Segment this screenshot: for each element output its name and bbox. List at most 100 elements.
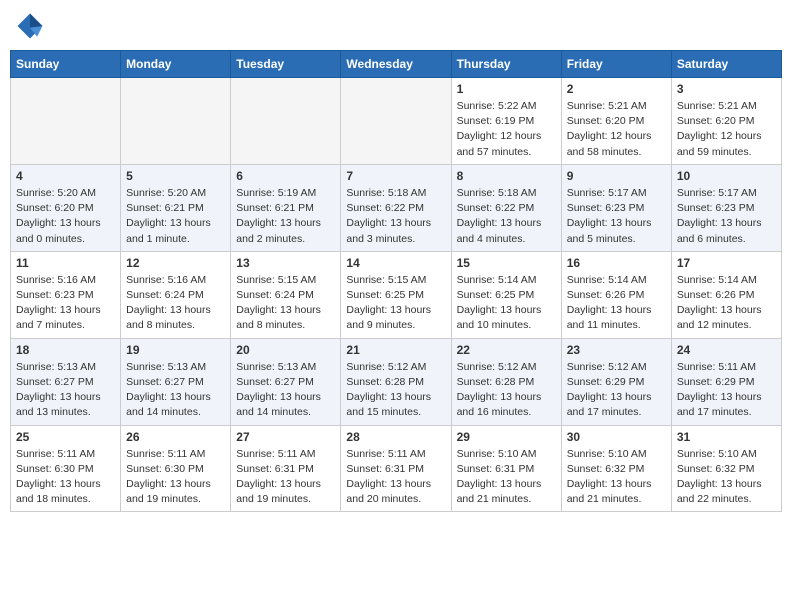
weekday-header-friday: Friday	[561, 51, 671, 78]
day-number: 7	[346, 169, 445, 183]
day-info: Sunrise: 5:17 AM Sunset: 6:23 PM Dayligh…	[677, 186, 776, 247]
day-info: Sunrise: 5:11 AM Sunset: 6:29 PM Dayligh…	[677, 360, 776, 421]
day-info: Sunrise: 5:13 AM Sunset: 6:27 PM Dayligh…	[236, 360, 335, 421]
calendar-cell: 10 Sunrise: 5:17 AM Sunset: 6:23 PM Dayli…	[671, 164, 781, 251]
day-number: 17	[677, 256, 776, 270]
day-number: 4	[16, 169, 115, 183]
day-info: Sunrise: 5:10 AM Sunset: 6:31 PM Dayligh…	[457, 447, 556, 508]
calendar-cell: 3 Sunrise: 5:21 AM Sunset: 6:20 PM Daylig…	[671, 78, 781, 165]
day-info: Sunrise: 5:13 AM Sunset: 6:27 PM Dayligh…	[126, 360, 225, 421]
day-info: Sunrise: 5:15 AM Sunset: 6:25 PM Dayligh…	[346, 273, 445, 334]
calendar-cell: 14Sunrise: 5:15 AM Sunset: 6:25 PM Dayli…	[341, 251, 451, 338]
calendar-table: SundayMondayTuesdayWednesdayThursdayFrid…	[10, 50, 782, 512]
day-number: 15	[457, 256, 556, 270]
day-info: Sunrise: 5:18 AM Sunset: 6:22 PM Dayligh…	[457, 186, 556, 247]
day-info: Sunrise: 5:17 AM Sunset: 6:23 PM Dayligh…	[567, 186, 666, 247]
day-info: Sunrise: 5:14 AM Sunset: 6:26 PM Dayligh…	[677, 273, 776, 334]
day-number: 3	[677, 82, 776, 96]
day-info: Sunrise: 5:11 AM Sunset: 6:30 PM Dayligh…	[126, 447, 225, 508]
calendar-cell: 17 Sunrise: 5:14 AM Sunset: 6:26 PM Dayli…	[671, 251, 781, 338]
week-row-2: 4Sunrise: 5:20 AM Sunset: 6:20 PM Daylig…	[11, 164, 782, 251]
calendar-cell	[121, 78, 231, 165]
day-number: 18	[16, 343, 115, 357]
day-info: Sunrise: 5:21 AM Sunset: 6:20 PM Dayligh…	[677, 99, 776, 160]
day-number: 10	[677, 169, 776, 183]
day-info: Sunrise: 5:16 AM Sunset: 6:23 PM Dayligh…	[16, 273, 115, 334]
calendar-cell: 12Sunrise: 5:16 AM Sunset: 6:24 PM Dayli…	[121, 251, 231, 338]
calendar-cell: 30Sunrise: 5:10 AM Sunset: 6:32 PM Dayli…	[561, 425, 671, 512]
calendar-cell: 19 Sunrise: 5:13 AM Sunset: 6:27 PM Dayli…	[121, 338, 231, 425]
calendar-cell: 11 Sunrise: 5:16 AM Sunset: 6:23 PM Dayli…	[11, 251, 121, 338]
day-info: Sunrise: 5:18 AM Sunset: 6:22 PM Dayligh…	[346, 186, 445, 247]
day-number: 9	[567, 169, 666, 183]
day-info: Sunrise: 5:11 AM Sunset: 6:31 PM Dayligh…	[346, 447, 445, 508]
weekday-header-thursday: Thursday	[451, 51, 561, 78]
calendar-cell: 23Sunrise: 5:12 AM Sunset: 6:29 PM Dayli…	[561, 338, 671, 425]
calendar-cell	[231, 78, 341, 165]
calendar-cell: 28 Sunrise: 5:11 AM Sunset: 6:31 PM Dayli…	[341, 425, 451, 512]
calendar-cell: 26 Sunrise: 5:11 AM Sunset: 6:30 PM Dayli…	[121, 425, 231, 512]
day-number: 29	[457, 430, 556, 444]
calendar-cell: 31Sunrise: 5:10 AM Sunset: 6:32 PM Dayli…	[671, 425, 781, 512]
calendar-cell: 5 Sunrise: 5:20 AM Sunset: 6:21 PM Daylig…	[121, 164, 231, 251]
week-row-4: 18 Sunrise: 5:13 AM Sunset: 6:27 PM Dayli…	[11, 338, 782, 425]
calendar-cell: 25 Sunrise: 5:11 AM Sunset: 6:30 PM Dayli…	[11, 425, 121, 512]
day-info: Sunrise: 5:22 AM Sunset: 6:19 PM Dayligh…	[457, 99, 556, 160]
day-info: Sunrise: 5:11 AM Sunset: 6:31 PM Dayligh…	[236, 447, 335, 508]
calendar-cell	[341, 78, 451, 165]
weekday-header-wednesday: Wednesday	[341, 51, 451, 78]
day-number: 26	[126, 430, 225, 444]
day-number: 23	[567, 343, 666, 357]
day-info: Sunrise: 5:16 AM Sunset: 6:24 PM Dayligh…	[126, 273, 225, 334]
day-number: 6	[236, 169, 335, 183]
week-row-1: 1 Sunrise: 5:22 AM Sunset: 6:19 PM Daylig…	[11, 78, 782, 165]
day-info: Sunrise: 5:11 AM Sunset: 6:30 PM Dayligh…	[16, 447, 115, 508]
calendar-cell: 9 Sunrise: 5:17 AM Sunset: 6:23 PM Daylig…	[561, 164, 671, 251]
weekday-header-saturday: Saturday	[671, 51, 781, 78]
day-info: Sunrise: 5:14 AM Sunset: 6:25 PM Dayligh…	[457, 273, 556, 334]
day-info: Sunrise: 5:19 AM Sunset: 6:21 PM Dayligh…	[236, 186, 335, 247]
day-info: Sunrise: 5:12 AM Sunset: 6:28 PM Dayligh…	[346, 360, 445, 421]
week-row-3: 11 Sunrise: 5:16 AM Sunset: 6:23 PM Dayli…	[11, 251, 782, 338]
day-number: 2	[567, 82, 666, 96]
calendar-cell: 16 Sunrise: 5:14 AM Sunset: 6:26 PM Dayli…	[561, 251, 671, 338]
day-number: 24	[677, 343, 776, 357]
day-number: 16	[567, 256, 666, 270]
day-number: 11	[16, 256, 115, 270]
week-row-5: 25 Sunrise: 5:11 AM Sunset: 6:30 PM Dayli…	[11, 425, 782, 512]
logo	[14, 10, 50, 42]
calendar-cell: 29 Sunrise: 5:10 AM Sunset: 6:31 PM Dayli…	[451, 425, 561, 512]
calendar-cell: 22 Sunrise: 5:12 AM Sunset: 6:28 PM Dayli…	[451, 338, 561, 425]
day-number: 28	[346, 430, 445, 444]
day-number: 22	[457, 343, 556, 357]
calendar-cell: 13 Sunrise: 5:15 AM Sunset: 6:24 PM Dayli…	[231, 251, 341, 338]
day-number: 31	[677, 430, 776, 444]
day-number: 1	[457, 82, 556, 96]
day-info: Sunrise: 5:21 AM Sunset: 6:20 PM Dayligh…	[567, 99, 666, 160]
day-number: 5	[126, 169, 225, 183]
calendar-cell: 8Sunrise: 5:18 AM Sunset: 6:22 PM Daylig…	[451, 164, 561, 251]
calendar-cell: 18Sunrise: 5:13 AM Sunset: 6:27 PM Dayli…	[11, 338, 121, 425]
weekday-header-tuesday: Tuesday	[231, 51, 341, 78]
day-number: 13	[236, 256, 335, 270]
weekday-header-row: SundayMondayTuesdayWednesdayThursdayFrid…	[11, 51, 782, 78]
calendar-cell: 20 Sunrise: 5:13 AM Sunset: 6:27 PM Dayli…	[231, 338, 341, 425]
calendar-cell: 2 Sunrise: 5:21 AM Sunset: 6:20 PM Daylig…	[561, 78, 671, 165]
weekday-header-monday: Monday	[121, 51, 231, 78]
day-number: 25	[16, 430, 115, 444]
day-info: Sunrise: 5:15 AM Sunset: 6:24 PM Dayligh…	[236, 273, 335, 334]
day-number: 27	[236, 430, 335, 444]
day-number: 19	[126, 343, 225, 357]
weekday-header-sunday: Sunday	[11, 51, 121, 78]
day-info: Sunrise: 5:10 AM Sunset: 6:32 PM Dayligh…	[567, 447, 666, 508]
day-info: Sunrise: 5:14 AM Sunset: 6:26 PM Dayligh…	[567, 273, 666, 334]
calendar-cell: 21Sunrise: 5:12 AM Sunset: 6:28 PM Dayli…	[341, 338, 451, 425]
day-info: Sunrise: 5:20 AM Sunset: 6:21 PM Dayligh…	[126, 186, 225, 247]
calendar-cell: 15 Sunrise: 5:14 AM Sunset: 6:25 PM Dayli…	[451, 251, 561, 338]
calendar-cell	[11, 78, 121, 165]
calendar-cell: 24 Sunrise: 5:11 AM Sunset: 6:29 PM Dayli…	[671, 338, 781, 425]
calendar-cell: 4Sunrise: 5:20 AM Sunset: 6:20 PM Daylig…	[11, 164, 121, 251]
day-number: 20	[236, 343, 335, 357]
day-info: Sunrise: 5:12 AM Sunset: 6:28 PM Dayligh…	[457, 360, 556, 421]
calendar-cell: 7 Sunrise: 5:18 AM Sunset: 6:22 PM Daylig…	[341, 164, 451, 251]
